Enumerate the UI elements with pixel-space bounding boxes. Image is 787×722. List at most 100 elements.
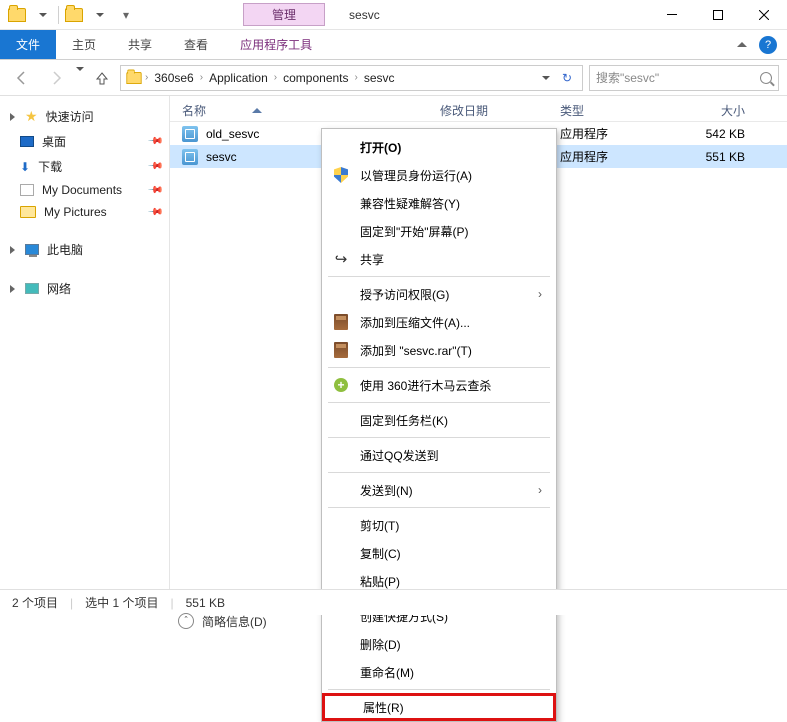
file-type: 应用程序 <box>560 125 676 142</box>
chevron-right-icon: › <box>538 287 542 301</box>
ctx-label: 固定到"开始"屏幕(P) <box>360 223 469 240</box>
ctx-label: 通过QQ发送到 <box>360 447 439 464</box>
ctx-rename[interactable]: 重命名(M) <box>322 658 556 686</box>
ctx-open[interactable]: 打开(O) <box>322 133 556 161</box>
nav-back-button[interactable] <box>8 64 36 92</box>
archive-icon <box>334 342 348 358</box>
qat-dropdown-2[interactable] <box>89 4 111 26</box>
search-input[interactable]: 搜索"sesvc" <box>589 65 779 91</box>
archive-icon <box>334 314 348 330</box>
close-icon <box>759 10 769 20</box>
contextual-tab-manage[interactable]: 管理 <box>243 3 325 26</box>
breadcrumb-seg-3[interactable]: sesvc <box>360 71 399 85</box>
ctx-properties[interactable]: 属性(R) <box>322 693 556 721</box>
sidebar-item-my-pictures[interactable]: My Pictures 📌 <box>0 201 169 223</box>
chevron-right-icon: › <box>274 72 277 83</box>
file-type: 应用程序 <box>560 148 676 165</box>
qat-folder-icon[interactable] <box>6 4 28 26</box>
ctx-label: 粘贴(P) <box>360 573 400 590</box>
ctx-send-to[interactable]: 发送到(N) › <box>322 476 556 504</box>
search-placeholder: 搜索"sesvc" <box>596 69 659 86</box>
ctx-delete[interactable]: 删除(D) <box>322 630 556 658</box>
maximize-icon <box>713 10 723 20</box>
sidebar-item-downloads[interactable]: ⬇ 下载 📌 <box>0 154 169 179</box>
nav-up-button[interactable] <box>90 66 114 90</box>
application-icon <box>182 149 198 165</box>
qat-folder-icon-2[interactable] <box>63 4 85 26</box>
file-size: 551 KB <box>676 150 775 164</box>
ribbon-tab-file[interactable]: 文件 <box>0 30 56 59</box>
refresh-icon[interactable]: ↻ <box>556 71 578 85</box>
column-header-name[interactable]: 名称 <box>182 102 440 119</box>
column-header-type[interactable]: 类型 <box>560 102 676 119</box>
ctx-pin-start[interactable]: 固定到"开始"屏幕(P) <box>322 217 556 245</box>
menu-separator <box>328 276 550 277</box>
breadcrumb-seg-0[interactable]: 360se6 <box>150 71 197 85</box>
ctx-add-to-rar[interactable]: 添加到 "sesvc.rar"(T) <box>322 336 556 364</box>
close-button[interactable] <box>741 0 787 30</box>
breadcrumb-seg-2[interactable]: components <box>279 71 352 85</box>
qat-customize[interactable]: ▾ <box>115 4 137 26</box>
ctx-label: 发送到(N) <box>360 482 413 499</box>
file-size: 542 KB <box>676 127 775 141</box>
sidebar-item-network[interactable]: 网络 <box>0 276 169 301</box>
chevron-right-icon: › <box>200 72 203 83</box>
nav-forward-button[interactable] <box>42 64 70 92</box>
pin-icon: 📌 <box>146 182 163 199</box>
ctx-pin-taskbar[interactable]: 固定到任务栏(K) <box>322 406 556 434</box>
ctx-label: 添加到 "sesvc.rar"(T) <box>360 342 472 359</box>
breadcrumb-seg-1[interactable]: Application <box>205 71 272 85</box>
sidebar-item-this-pc[interactable]: 此电脑 <box>0 237 169 262</box>
sidebar-item-label: 网络 <box>47 280 71 297</box>
ribbon-tab-share[interactable]: 共享 <box>112 30 168 59</box>
sidebar-item-label: 桌面 <box>42 133 66 150</box>
ctx-scan-360[interactable]: 使用 360进行木马云查杀 <box>322 371 556 399</box>
pin-icon: 📌 <box>146 158 163 175</box>
column-header-date[interactable]: 修改日期 <box>440 102 560 119</box>
file-name: old_sesvc <box>206 127 259 141</box>
breadcrumb-folder-icon <box>126 72 141 84</box>
ctx-run-as-admin[interactable]: 以管理员身份运行(A) <box>322 161 556 189</box>
ctx-qq-send[interactable]: 通过QQ发送到 <box>322 441 556 469</box>
breadcrumb-dropdown[interactable] <box>538 76 554 80</box>
sidebar-item-quick-access[interactable]: ★ 快速访问 <box>0 104 169 129</box>
ctx-compat-troubleshoot[interactable]: 兼容性疑难解答(Y) <box>322 189 556 217</box>
ribbon-tab-view[interactable]: 查看 <box>168 30 224 59</box>
nav-history-dropdown[interactable] <box>76 71 84 85</box>
pictures-icon <box>20 206 36 218</box>
sidebar-item-desktop[interactable]: 桌面 📌 <box>0 129 169 154</box>
details-toggle[interactable]: ＾ 简略信息(D) <box>178 609 267 633</box>
sidebar-item-label: 快速访问 <box>46 108 94 125</box>
menu-separator <box>328 367 550 368</box>
help-icon[interactable]: ? <box>759 36 777 54</box>
chevron-up-icon: ＾ <box>178 613 194 629</box>
ribbon-tab-app-tools[interactable]: 应用程序工具 <box>224 30 328 59</box>
ctx-share[interactable]: ↪ 共享 <box>322 245 556 273</box>
ctx-label: 共享 <box>360 251 384 268</box>
minimize-button[interactable] <box>649 0 695 30</box>
ctx-label: 属性(R) <box>363 699 404 716</box>
ribbon-tab-home[interactable]: 主页 <box>56 30 112 59</box>
ctx-grant-access[interactable]: 授予访问权限(G) › <box>322 280 556 308</box>
ctx-copy[interactable]: 复制(C) <box>322 539 556 567</box>
menu-separator <box>328 402 550 403</box>
ctx-add-to-archive[interactable]: 添加到压缩文件(A)... <box>322 308 556 336</box>
documents-icon <box>20 184 34 196</box>
ctx-cut[interactable]: 剪切(T) <box>322 511 556 539</box>
sidebar-item-label: 下载 <box>38 158 62 175</box>
pin-icon: 📌 <box>146 133 163 150</box>
column-header-size[interactable]: 大小 <box>676 102 775 119</box>
qat-dropdown-1[interactable] <box>32 4 54 26</box>
sidebar-item-my-documents[interactable]: My Documents 📌 <box>0 179 169 201</box>
chevron-right-icon: › <box>355 72 358 83</box>
breadcrumb[interactable]: › 360se6 › Application › components › se… <box>120 65 583 91</box>
antivirus-icon <box>334 378 348 392</box>
maximize-button[interactable] <box>695 0 741 30</box>
sidebar-item-label: 此电脑 <box>47 241 83 258</box>
status-selected-size: 551 KB <box>186 596 225 610</box>
menu-separator <box>328 507 550 508</box>
ribbon-collapse-icon[interactable] <box>737 42 747 47</box>
network-icon <box>25 283 39 294</box>
ctx-label: 使用 360进行木马云查杀 <box>360 377 491 394</box>
pin-icon: 📌 <box>146 204 163 221</box>
